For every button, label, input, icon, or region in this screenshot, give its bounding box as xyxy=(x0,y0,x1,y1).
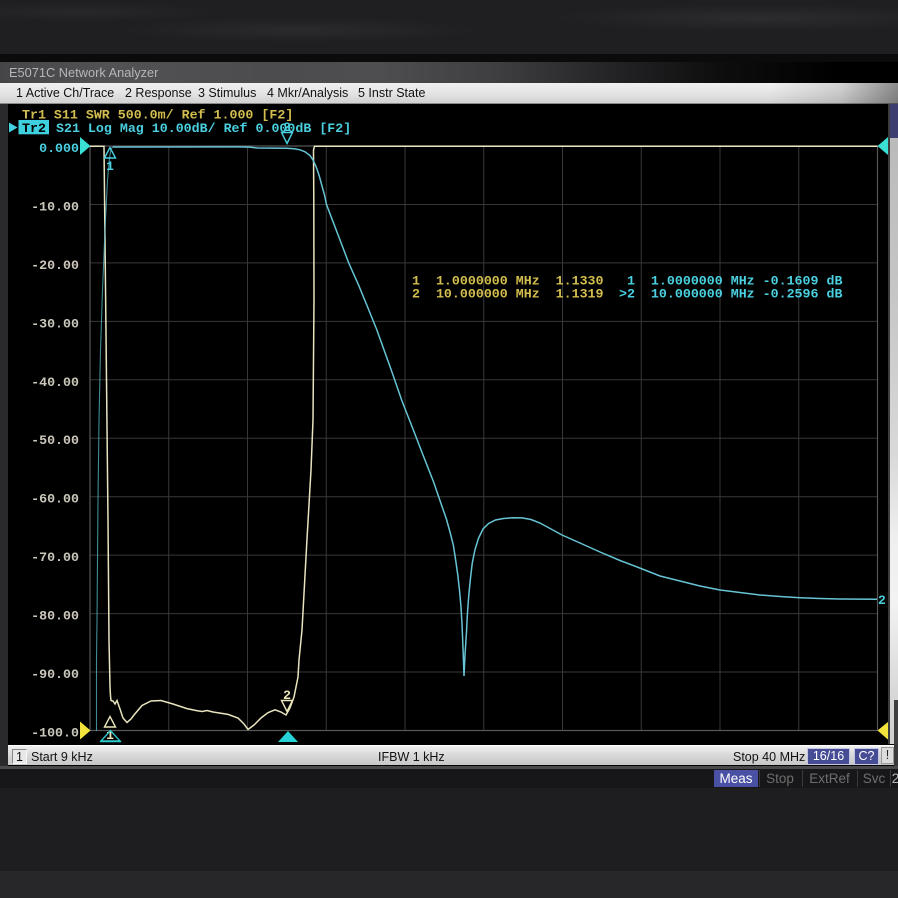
svg-text:-80.00: -80.00 xyxy=(31,609,79,624)
svg-text:2: 2 xyxy=(878,593,886,608)
svg-text:-100.0: -100.0 xyxy=(31,726,79,741)
svg-text:1: 1 xyxy=(106,159,114,174)
svg-text:S21 Log Mag 10.00dB/ Ref 0.000: S21 Log Mag 10.00dB/ Ref 0.000dB [F2] xyxy=(56,121,351,136)
svg-text:2: 2 xyxy=(283,120,291,135)
svg-text:-20.00: -20.00 xyxy=(31,258,79,273)
svg-text:0.000: 0.000 xyxy=(39,141,79,156)
svg-text:-10.00: -10.00 xyxy=(31,199,79,214)
svg-text:2 10.000000 MHz 1.1319: 2 10.000000 MHz 1.1319 xyxy=(412,287,604,302)
svg-text:-70.00: -70.00 xyxy=(31,550,79,565)
svg-text:Tr2: Tr2 xyxy=(22,121,46,136)
svg-text:-30.00: -30.00 xyxy=(31,316,79,331)
svg-text:-50.00: -50.00 xyxy=(31,433,79,448)
svg-text:-60.00: -60.00 xyxy=(31,492,79,507)
svg-text:2: 2 xyxy=(283,688,291,703)
svg-text:>2 10.000000 MHz -0.2596 dB: >2 10.000000 MHz -0.2596 dB xyxy=(619,287,842,302)
svg-text:-90.00: -90.00 xyxy=(31,667,79,682)
svg-text:-40.00: -40.00 xyxy=(31,375,79,390)
